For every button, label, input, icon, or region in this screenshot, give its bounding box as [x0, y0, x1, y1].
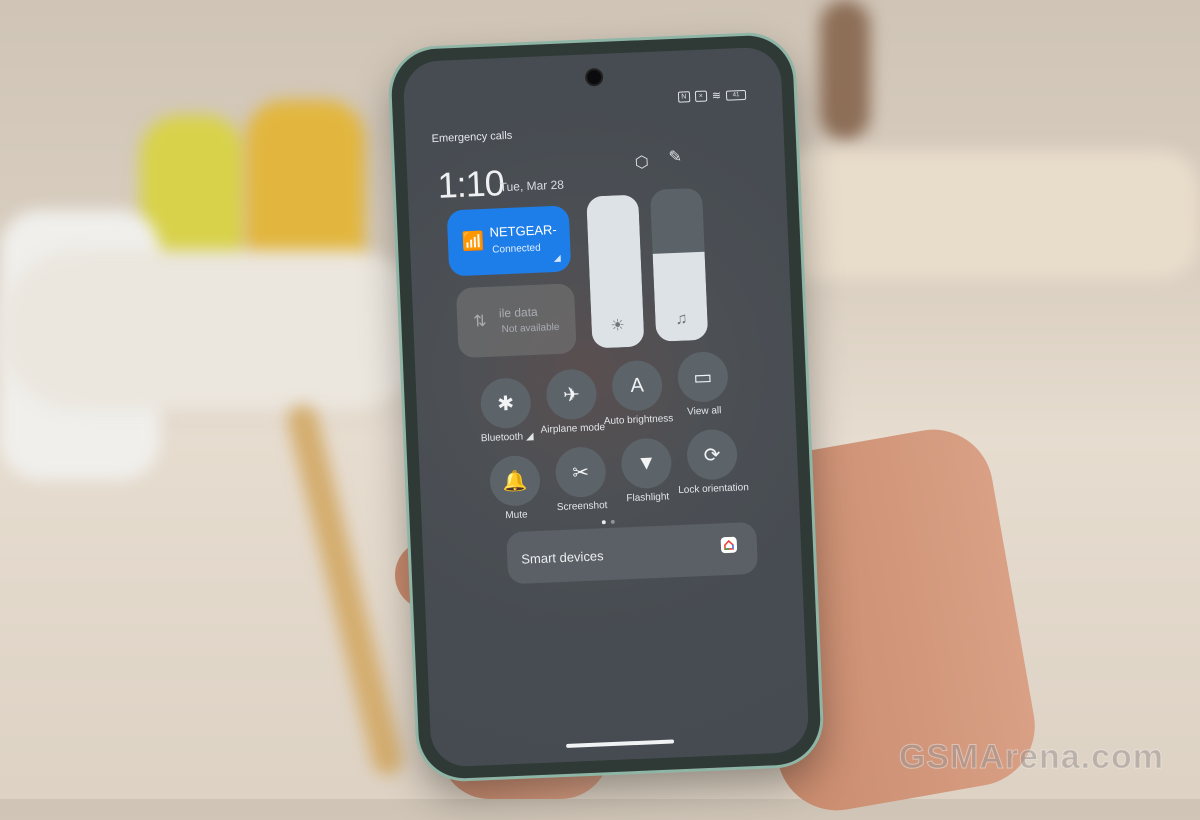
- front-camera: [584, 67, 604, 87]
- wallet-icon: ▭: [676, 350, 729, 403]
- date: Tue, Mar 28: [499, 177, 565, 195]
- smart-devices-label: Smart devices: [520, 548, 604, 567]
- mobile-data-status: Not available: [501, 321, 560, 336]
- window-frame: [820, 0, 870, 140]
- phone: N × ≋ 41 Emergency calls 1:10 Tue, Mar 2…: [389, 33, 823, 781]
- page-indicator: [601, 519, 615, 525]
- smart-devices-card[interactable]: Smart devices: [506, 521, 759, 585]
- volume-slider[interactable]: ♫: [649, 187, 709, 342]
- table-top: [0, 250, 430, 410]
- window-sill: [760, 150, 1200, 280]
- wifi-status: Connected: [492, 242, 541, 256]
- nfc-icon: N: [677, 91, 691, 103]
- rotation-lock-icon: ⟳: [686, 428, 739, 481]
- flashlight-icon: ▼: [620, 437, 673, 490]
- wifi-network-name: NETGEAR-: [489, 221, 558, 240]
- data-arrows-icon: ⇅: [472, 312, 488, 331]
- google-home-icon[interactable]: [720, 536, 738, 554]
- no-sim-icon: ×: [694, 90, 708, 103]
- toggle-label: View all: [686, 405, 722, 418]
- wifi-icon: ≋: [711, 89, 722, 103]
- brightness-slider[interactable]: ☀: [586, 194, 645, 349]
- sun-icon: ☀: [610, 317, 626, 335]
- music-note-icon: ♫: [675, 310, 688, 329]
- toggle-label: Lock orientation: [678, 482, 750, 497]
- emergency-calls-text: Emergency calls: [431, 129, 513, 146]
- page-dot-active[interactable]: [601, 520, 606, 525]
- home-indicator[interactable]: [566, 739, 675, 748]
- expand-corner-icon[interactable]: [553, 254, 561, 263]
- page-dot[interactable]: [610, 519, 615, 524]
- status-bar: N × ≋ 41: [677, 88, 747, 104]
- clock: 1:10: [436, 162, 505, 206]
- toggle-lock-orientation[interactable]: ⟳ Lock orientation: [668, 428, 757, 497]
- bell-icon: 🔔: [488, 454, 542, 507]
- screenshot-icon: ✂: [554, 446, 607, 499]
- watermark: GSMArena.com: [898, 738, 1164, 777]
- airplane-icon: ✈: [545, 368, 598, 421]
- auto-brightness-icon: A: [611, 359, 664, 412]
- edit-icon[interactable]: ✎: [668, 147, 682, 168]
- mobile-data-label: ile data: [498, 304, 538, 321]
- gear-icon[interactable]: ⬡: [634, 152, 649, 173]
- control-center: N × ≋ 41 Emergency calls 1:10 Tue, Mar 2…: [402, 46, 810, 768]
- battery-icon: 41: [725, 89, 747, 101]
- toggle-view-all[interactable]: ▭ View all: [659, 350, 748, 419]
- table-leg: [284, 402, 406, 778]
- bluetooth-icon: ✱: [479, 377, 532, 430]
- wifi-tile[interactable]: 📶 NETGEAR- Connected: [446, 205, 572, 277]
- wifi-icon: 📶: [461, 230, 485, 252]
- mobile-data-tile[interactable]: ⇅ ile data Not available: [455, 283, 577, 359]
